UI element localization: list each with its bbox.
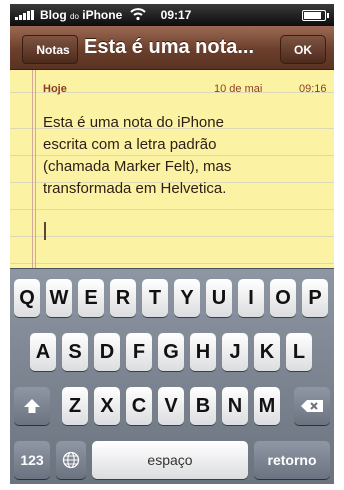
key-o[interactable]: O [270,279,296,317]
key-s[interactable]: S [62,333,88,371]
navigation-bar: Notas Esta é uma nota... OK [10,26,334,70]
key-v[interactable]: V [158,387,184,425]
carrier-name-part: Blog [40,8,67,22]
delete-key[interactable] [294,387,330,425]
signal-strength-icon [15,10,39,20]
key-a[interactable]: A [30,333,56,371]
return-key[interactable]: retorno [254,441,330,479]
globe-key[interactable] [56,441,86,479]
key-e[interactable]: E [78,279,104,317]
status-bar: Blog do iPhone 09:17 [10,4,334,26]
note-body-text[interactable]: Esta é uma nota do iPhone escrita com a … [43,112,328,200]
wifi-icon [130,8,146,21]
text-cursor [44,222,46,240]
keyboard: Q W E R T Y U I O P A S D F G H J K L Z … [10,268,334,484]
key-t[interactable]: T [142,279,168,317]
key-p[interactable]: P [302,279,328,317]
note-time: 09:16 [299,83,327,95]
battery-level [304,12,322,19]
key-j[interactable]: J [222,333,248,371]
status-time: 09:17 [160,8,192,22]
carrier-name-part: do [70,12,79,21]
shift-key[interactable] [14,387,50,425]
key-y[interactable]: Y [174,279,200,317]
key-k[interactable]: K [254,333,280,371]
key-n[interactable]: N [222,387,248,425]
battery-icon [302,10,329,21]
key-c[interactable]: C [126,387,152,425]
key-f[interactable]: F [126,333,152,371]
page-title: Esta é uma nota... [84,36,255,58]
numbers-key[interactable]: 123 [14,441,50,479]
key-r[interactable]: R [110,279,136,317]
key-d[interactable]: D [94,333,120,371]
margin-line [32,70,33,268]
back-button-label: Notas [36,42,70,57]
key-m[interactable]: M [254,387,280,425]
backspace-icon [301,400,323,412]
key-x[interactable]: X [94,387,120,425]
carrier-name: Blog do iPhone [40,8,122,22]
key-u[interactable]: U [206,279,232,317]
margin-line [35,70,36,268]
key-i[interactable]: I [238,279,264,317]
key-w[interactable]: W [46,279,72,317]
carrier-name-part: iPhone [82,8,123,22]
key-l[interactable]: L [286,333,312,371]
key-q[interactable]: Q [14,279,40,317]
key-b[interactable]: B [190,387,216,425]
ok-button[interactable]: OK [280,35,326,64]
key-g[interactable]: G [158,333,184,371]
note-day: Hoje [43,83,67,95]
key-z[interactable]: Z [62,387,88,425]
note-date: 10 de mai [214,83,263,95]
note-editor[interactable]: Hoje 10 de mai 09:16 Esta é uma nota do … [10,70,334,268]
globe-icon [62,451,80,469]
iphone-screen: Blog do iPhone 09:17 Notas Esta é uma no… [10,4,334,484]
shift-arrow-icon [24,399,40,413]
back-button-notas[interactable]: Notas [22,35,78,64]
key-h[interactable]: H [190,333,216,371]
space-key[interactable]: espaço [92,441,248,479]
